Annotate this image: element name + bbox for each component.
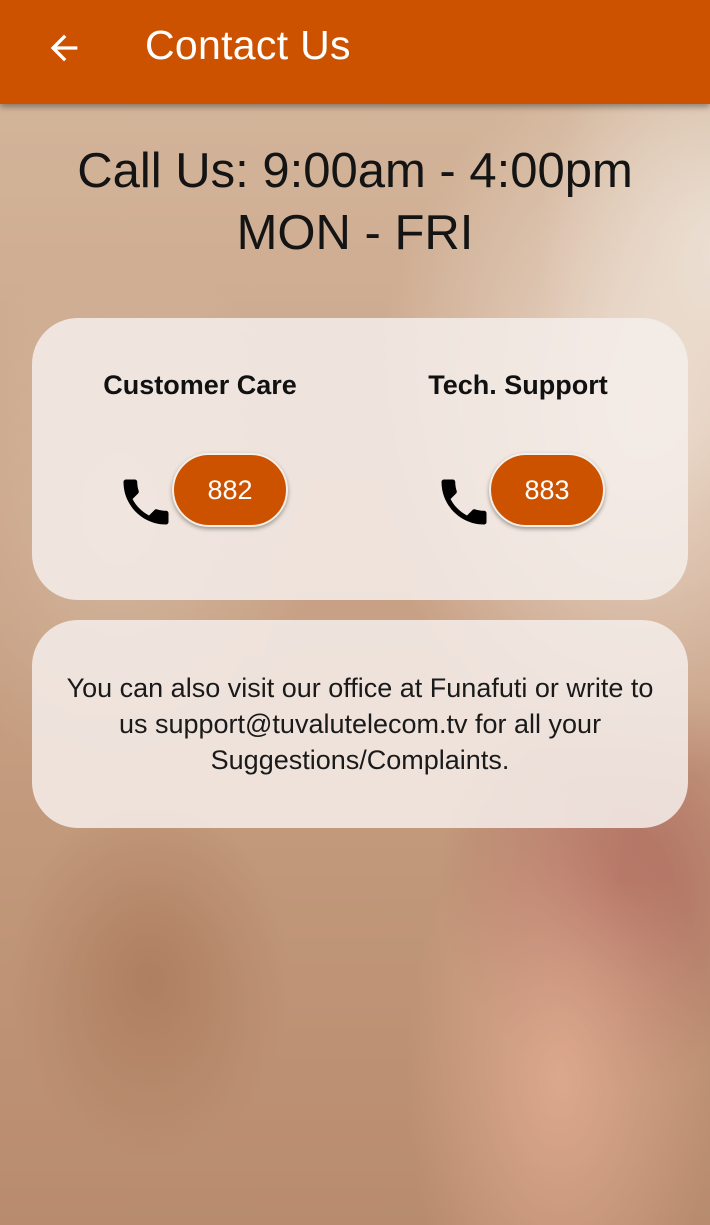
business-hours: Call Us: 9:00am - 4:00pm MON - FRI: [0, 140, 710, 264]
phone-icon: [123, 479, 169, 525]
app-bar: Contact Us: [0, 0, 710, 104]
tech-support-label: Tech. Support: [428, 370, 608, 400]
customer-care-label: Customer Care: [103, 370, 297, 400]
phone-contacts-card: Customer Care Tech. Support 882 883: [32, 318, 688, 600]
back-button[interactable]: [24, 18, 104, 78]
arrow-left-icon: [50, 34, 78, 62]
hours-line: Call Us: 9:00am - 4:00pm: [77, 144, 633, 198]
customer-care-call-button[interactable]: 882: [172, 453, 288, 527]
office-info-card: You can also visit our office at Funafut…: [32, 620, 688, 828]
phone-icon: [441, 479, 487, 525]
days-line: MON - FRI: [236, 206, 474, 260]
office-info-text: You can also visit our office at Funafut…: [66, 673, 654, 775]
page-title: Contact Us: [145, 22, 351, 68]
tech-support-call-button[interactable]: 883: [489, 453, 605, 527]
